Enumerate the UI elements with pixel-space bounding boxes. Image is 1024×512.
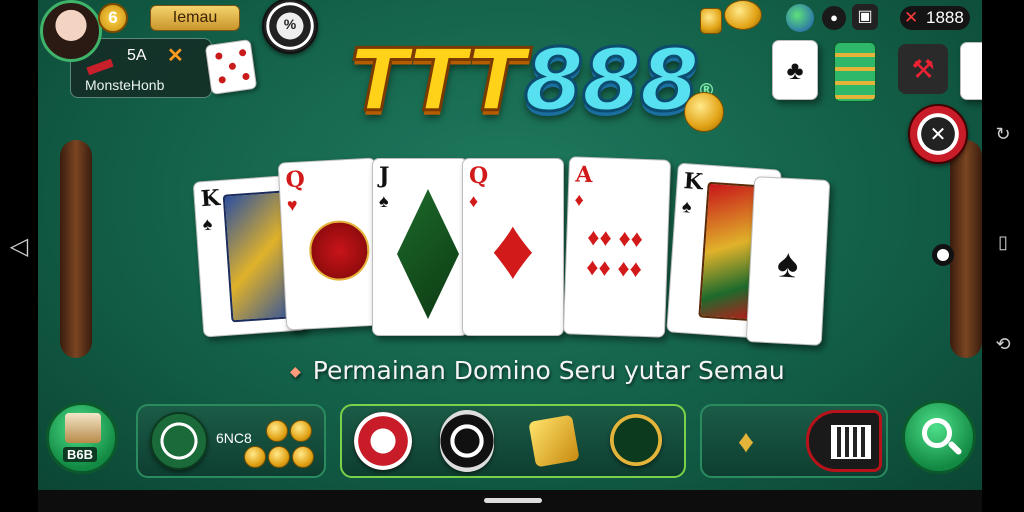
player-username: MonsteHonb xyxy=(85,77,165,93)
scatter-cards-icon[interactable]: ♦ xyxy=(718,414,774,468)
home-pill[interactable] xyxy=(484,498,542,503)
mini-card-clubs[interactable]: ♣ xyxy=(772,40,818,100)
logo-digits: 888 xyxy=(522,30,701,133)
shop-button[interactable]: B6B xyxy=(46,402,118,474)
mini-card-edge[interactable] xyxy=(960,42,982,100)
shop-badge: B6B xyxy=(63,447,98,462)
card-rank: A xyxy=(575,161,594,189)
coin-pile-icon xyxy=(268,446,290,468)
back-icon[interactable]: ◁ xyxy=(4,232,34,261)
black-chip-button[interactable] xyxy=(440,410,494,472)
table-rail-right xyxy=(950,140,982,358)
overview-icon[interactable]: ▯ xyxy=(988,232,1018,253)
toggle-dot-icon[interactable] xyxy=(932,244,954,266)
gesture-bar xyxy=(38,490,982,512)
playing-card[interactable]: J ♠ xyxy=(372,158,468,336)
playing-card[interactable]: ♠ xyxy=(745,176,831,346)
tagline-text: Permainan Domino Seru yutar Semau xyxy=(312,356,785,385)
nav-bar-left: ◁ xyxy=(0,0,38,512)
coin-stack-icon xyxy=(684,92,724,132)
chip-panel-label: 6NC8 xyxy=(216,430,252,446)
domino-stack-icon[interactable] xyxy=(834,42,876,102)
hammer-card-icon[interactable]: ⚒ xyxy=(898,44,948,94)
playing-card[interactable]: Q ♥ xyxy=(277,157,385,331)
green-dots-chip-button[interactable] xyxy=(610,414,662,466)
tagline-bullet-icon: ◆ xyxy=(290,364,301,380)
game-mode-panel[interactable] xyxy=(340,404,686,478)
menu-icon[interactable]: ▣ xyxy=(852,4,878,30)
playing-card[interactable]: Q ♦ ♦ xyxy=(462,158,564,336)
gold-domino-button[interactable] xyxy=(528,414,580,468)
qr-code-icon[interactable] xyxy=(806,410,882,472)
green-chip-icon xyxy=(150,412,208,470)
logo-letters: TTT xyxy=(349,30,528,133)
card-rank: Q xyxy=(469,163,489,189)
card-rank: K xyxy=(682,168,704,196)
table-rail-left xyxy=(60,140,92,358)
name-tag[interactable]: Iemau xyxy=(150,5,240,31)
rotate-icon[interactable]: ⟲ xyxy=(988,334,1018,355)
card-pip: ♦ xyxy=(491,200,535,297)
playing-card[interactable]: A ♦ ♦♦ ♦♦ ♦♦ ♦♦ xyxy=(562,156,672,338)
coin-counter[interactable]: ✕ 1888 xyxy=(900,6,970,30)
stat-value: 5A xyxy=(127,47,147,64)
card-suit: ♠ xyxy=(379,191,389,211)
recents-icon[interactable]: ↻ xyxy=(988,124,1018,145)
coin-icon xyxy=(724,0,762,30)
game-logo: TTT 888 ® xyxy=(349,26,730,136)
poker-chip-icon[interactable]: % xyxy=(262,0,318,54)
card-face-art xyxy=(397,189,459,319)
game-table: 5A ✕ MonsteHonb 6 Iemau % TTT 888 ® ● ▣ … xyxy=(38,0,982,490)
ribbon-icon xyxy=(86,58,114,76)
coin-pile-icon xyxy=(266,420,288,442)
card-suit: ♥ xyxy=(286,194,299,216)
card-suit: ♠ xyxy=(681,195,693,217)
tagline: ◆ Permainan Domino Seru yutar Semau xyxy=(290,356,785,385)
level-badge: 6 xyxy=(98,3,128,33)
stat-mark: ✕ xyxy=(167,45,184,67)
card-pips: ♦♦ ♦♦ ♦♦ ♦♦ xyxy=(585,223,644,283)
chip-panel[interactable]: 6NC8 xyxy=(136,404,326,478)
coin-pile-icon xyxy=(292,446,314,468)
search-button[interactable] xyxy=(902,400,976,474)
red-chip-button[interactable] xyxy=(354,412,412,470)
coin-count: 1888 xyxy=(926,8,964,27)
coin-pile-icon xyxy=(290,420,312,442)
globe-icon[interactable] xyxy=(786,4,814,32)
card-rank: J xyxy=(379,163,390,189)
coin-small-icon xyxy=(700,8,722,34)
avatar[interactable] xyxy=(40,0,102,62)
profile-icon[interactable]: ● xyxy=(822,6,846,30)
coin-pile-icon xyxy=(244,446,266,468)
coin-counter-icon: ✕ xyxy=(904,8,919,27)
card-rank: Q xyxy=(284,166,306,194)
card-face-art xyxy=(307,219,371,283)
card-suit: ♦ xyxy=(574,189,585,210)
shop-icon xyxy=(65,413,101,443)
card-pip: ♠ xyxy=(776,240,800,287)
dice-icon xyxy=(204,39,258,95)
extras-panel[interactable]: ♦ xyxy=(700,404,888,478)
card-rank: K xyxy=(200,184,221,213)
settings-chip-icon[interactable]: ✕ xyxy=(908,104,968,164)
nav-bar-right: ↻ ▯ ⟲ xyxy=(982,0,1024,512)
card-suit: ♠ xyxy=(201,213,213,235)
